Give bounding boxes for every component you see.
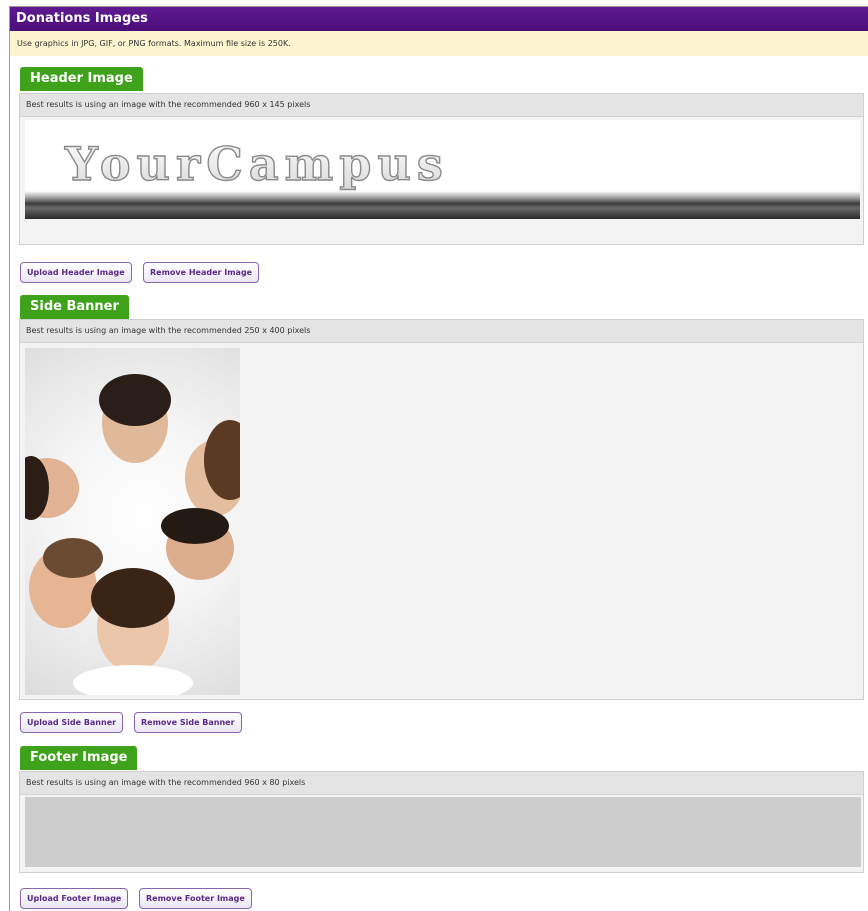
header-image-tab: Header Image: [20, 67, 143, 91]
header-image-panel: Best results is using an image with the …: [19, 93, 864, 245]
footer-image-panel: Best results is using an image with the …: [19, 771, 864, 873]
header-image-hint: Best results is using an image with the …: [20, 94, 863, 117]
upload-header-image-button[interactable]: Upload Header Image: [20, 262, 132, 283]
side-banner-photo: [25, 348, 240, 695]
footer-image-tab: Footer Image: [20, 746, 138, 770]
side-banner-hint: Best results is using an image with the …: [20, 320, 863, 343]
side-banner-tab: Side Banner: [20, 295, 129, 319]
header-image-preview: YourCampus: [25, 120, 860, 219]
remove-side-banner-button[interactable]: Remove Side Banner: [134, 712, 242, 733]
page-title: Donations Images: [10, 7, 868, 31]
format-notice: Use graphics in JPG, GIF, or PNG formats…: [10, 31, 868, 56]
upload-footer-image-button[interactable]: Upload Footer Image: [20, 888, 129, 909]
group-photo-illustration: [25, 374, 240, 695]
header-image-bar: [25, 191, 860, 219]
remove-footer-image-button[interactable]: Remove Footer Image: [139, 888, 252, 909]
upload-side-banner-button[interactable]: Upload Side Banner: [20, 712, 124, 733]
remove-header-image-button[interactable]: Remove Header Image: [143, 262, 260, 283]
side-banner-panel: Best results is using an image with the …: [19, 319, 864, 700]
footer-image-hint: Best results is using an image with the …: [20, 772, 863, 795]
svg-text:YourCampus: YourCampus: [64, 137, 449, 191]
footer-image-placeholder: [25, 797, 861, 867]
